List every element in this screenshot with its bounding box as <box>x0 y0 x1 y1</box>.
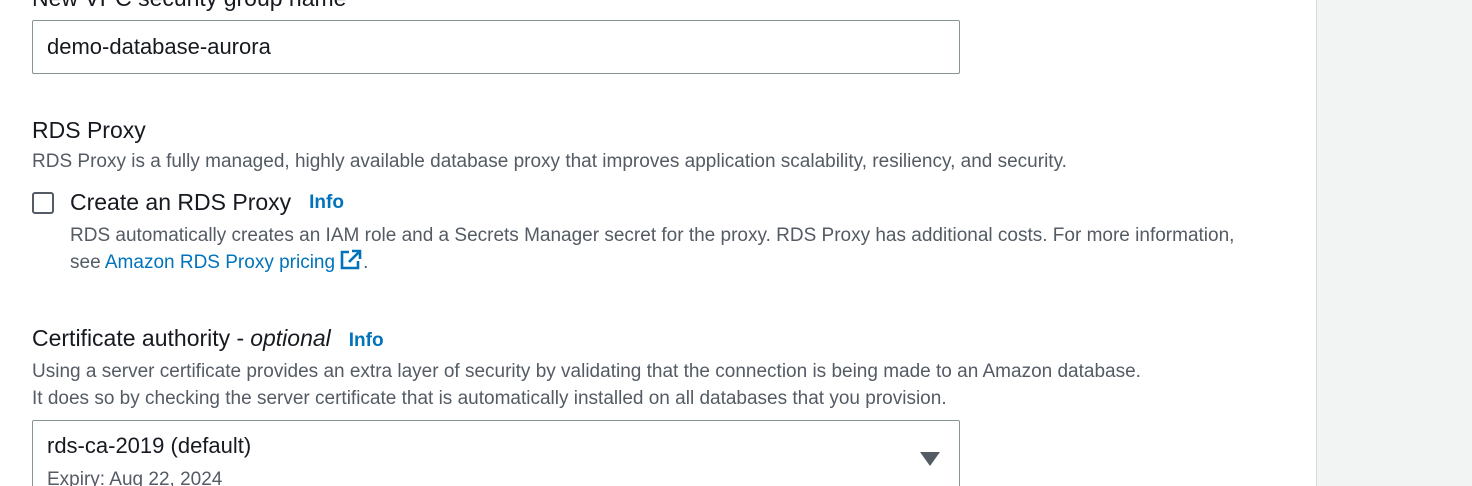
create-rds-proxy-label[interactable]: Create an RDS Proxy <box>70 189 291 216</box>
certificate-authority-section: Certificate authority - optional Info Us… <box>32 324 1292 412</box>
certificate-authority-label-row: Certificate authority - optional Info <box>32 324 1292 352</box>
create-rds-proxy-checkbox[interactable] <box>32 191 54 214</box>
external-link-icon[interactable] <box>339 249 363 271</box>
caret-down-icon[interactable] <box>919 451 941 467</box>
certificate-authority-select[interactable]: rds-ca-2019 (default) Expiry: Aug 22, 20… <box>32 420 960 486</box>
rds-proxy-heading: RDS Proxy <box>32 117 146 143</box>
certificate-authority-label: Certificate authority - <box>32 325 245 351</box>
rds-proxy-description: RDS Proxy is a fully managed, highly ava… <box>32 151 1067 172</box>
rds-proxy-pricing-link-label[interactable]: Amazon RDS Proxy pricing <box>105 252 335 273</box>
rds-proxy-section: RDS Proxy RDS Proxy is a fully managed, … <box>32 116 1292 276</box>
security-group-name-input[interactable] <box>32 20 960 74</box>
rds-proxy-pricing-link[interactable]: Amazon RDS Proxy pricing <box>105 249 363 273</box>
certificate-authority-optional: optional <box>250 325 331 351</box>
certificate-authority-selected-value: rds-ca-2019 (default) <box>47 433 252 458</box>
certificate-authority-description-2: It does so by checking the server certif… <box>32 388 947 409</box>
certificate-authority-info-link[interactable]: Info <box>349 330 384 352</box>
certificate-authority-description-1: Using a server certificate provides an e… <box>32 361 1141 382</box>
rds-proxy-info-link[interactable]: Info <box>309 192 344 214</box>
rds-proxy-note: RDS automatically creates an IAM role an… <box>70 222 1270 276</box>
certificate-authority-expiry: Expiry: Aug 22, 2024 <box>47 469 223 486</box>
rds-proxy-note-end: . <box>363 252 369 273</box>
security-group-label: New VPC security group name <box>32 0 346 12</box>
right-side-panel <box>1316 0 1472 486</box>
page: New VPC security group name RDS Proxy RD… <box>0 0 1472 486</box>
create-rds-proxy-row: Create an RDS Proxy Info <box>32 189 1292 216</box>
